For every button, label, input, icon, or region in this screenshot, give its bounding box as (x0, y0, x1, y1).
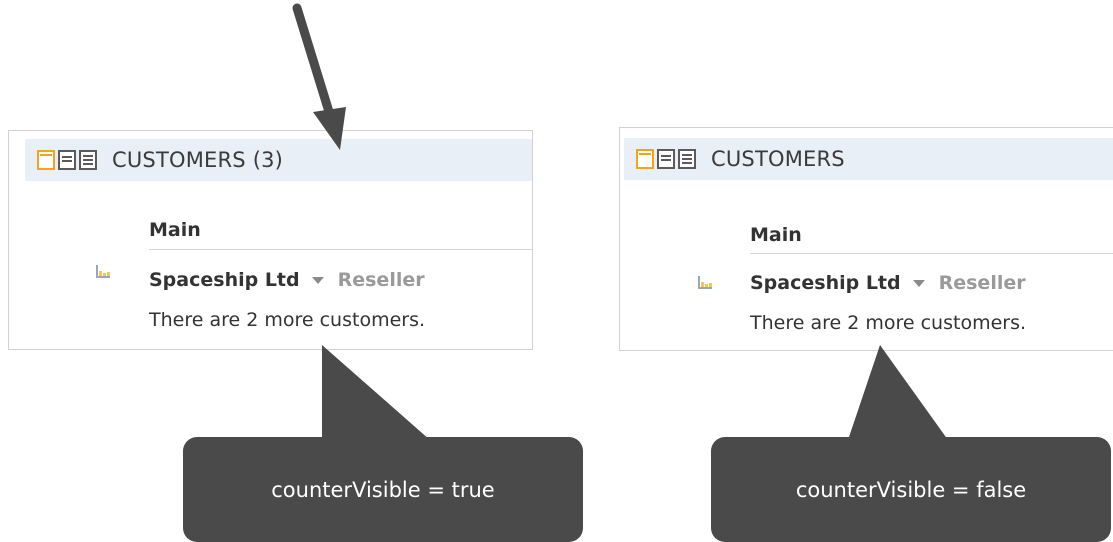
callout-text: counterVisible = false (795, 477, 1027, 502)
callout-pointer-left (322, 345, 430, 440)
pointer-arrow (292, 3, 346, 150)
callout-counter-visible-false: counterVisible = false (711, 437, 1111, 542)
callout-text: counterVisible = true (271, 477, 495, 502)
callout-pointer-right (848, 345, 948, 440)
callout-counter-visible-true: counterVisible = true (183, 437, 583, 542)
